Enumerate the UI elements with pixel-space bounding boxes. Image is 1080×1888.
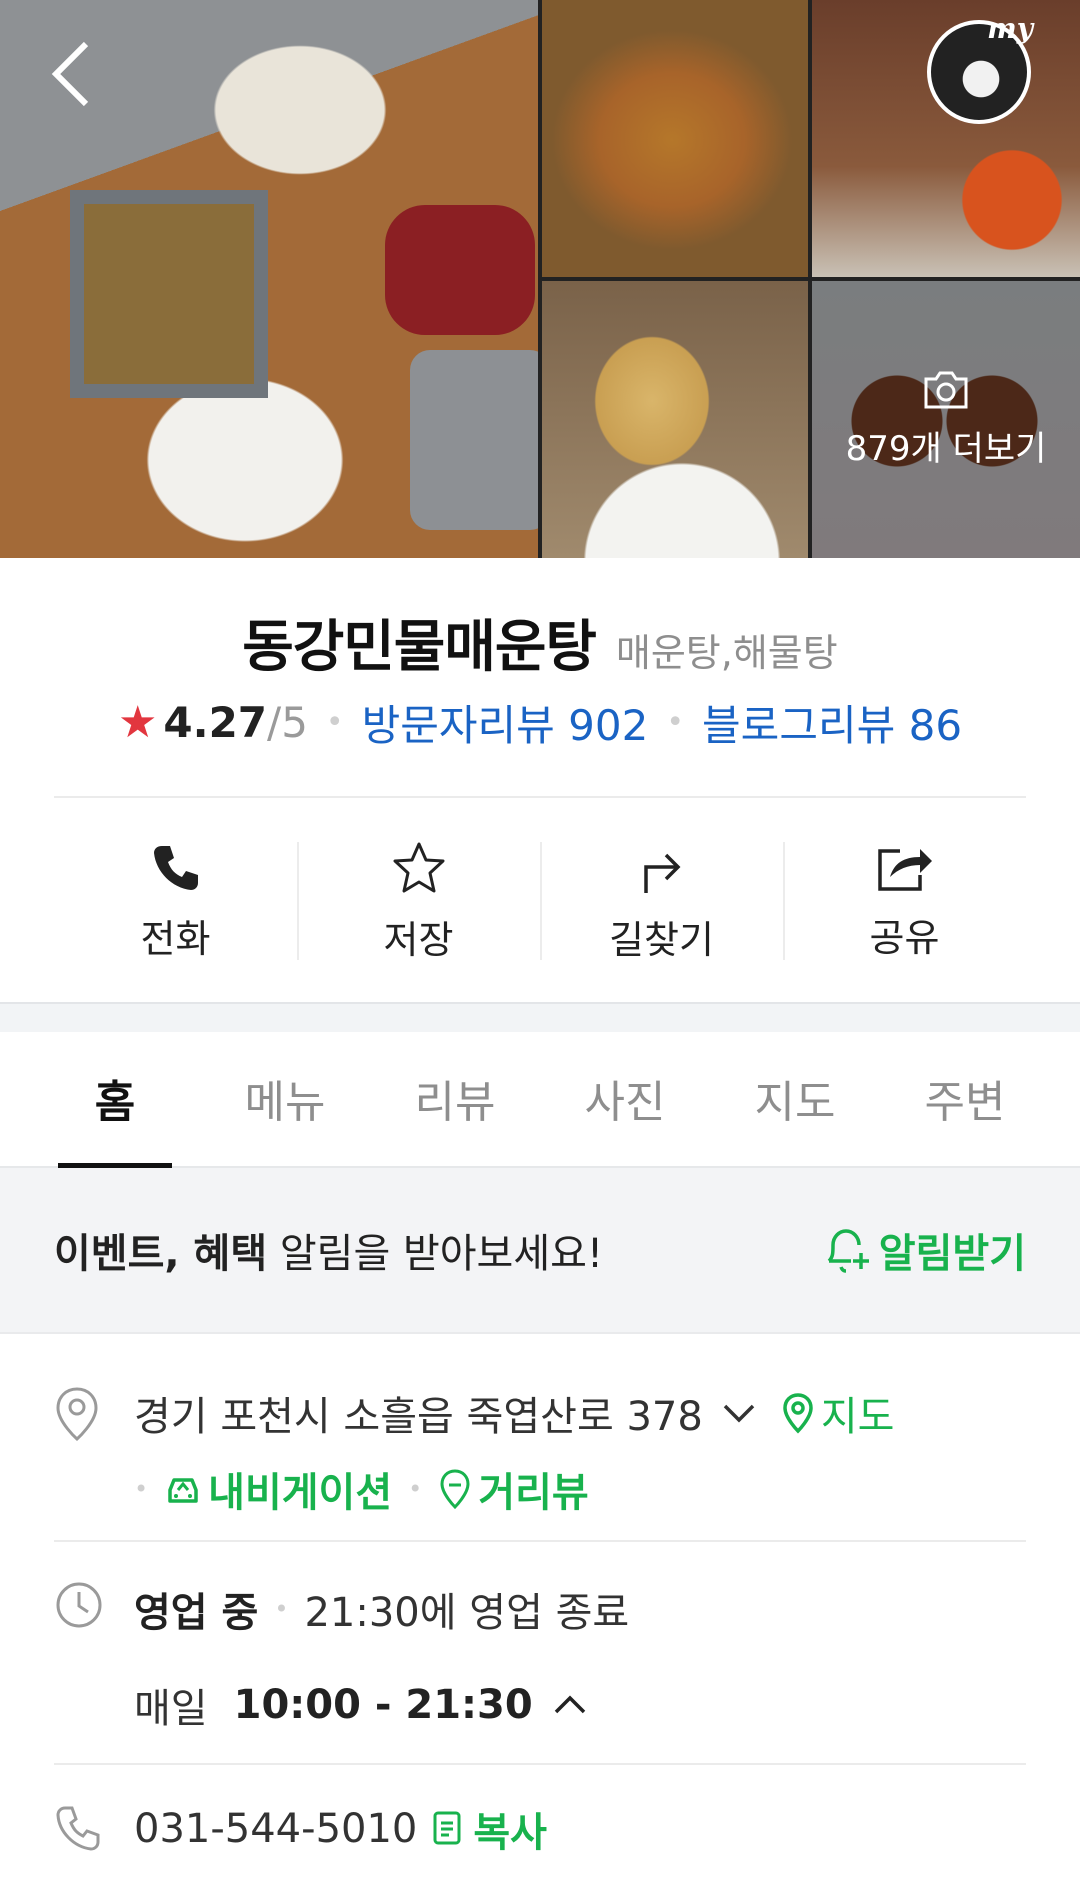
separator-dot: • <box>274 1595 289 1623</box>
phone-number[interactable]: 031-544-5010 <box>134 1806 417 1852</box>
place-name: 동강민물매운탕 <box>242 615 597 680</box>
directions-button[interactable]: 길찾기 <box>540 802 783 1002</box>
tab-nearby[interactable]: 주변 <box>880 1030 1050 1166</box>
hours-status-line: 영업 중 • 21:30에 영업 종료 <box>134 1580 1026 1638</box>
banner-text: 알림을 받아보세요! <box>267 1231 603 1277</box>
share-icon <box>877 848 932 891</box>
map-pin-icon <box>783 1393 813 1434</box>
car-icon <box>168 1478 198 1503</box>
chevron-left-icon <box>51 41 89 107</box>
streetview-pin-icon <box>440 1469 470 1510</box>
more-photos-button[interactable]: 879개 더보기 <box>812 281 1080 558</box>
hours-closing: 21:30에 영업 종료 <box>304 1590 630 1636</box>
call-label: 전화 <box>140 916 211 961</box>
location-pin-icon <box>56 1387 98 1442</box>
chevron-up-icon[interactable] <box>551 1692 589 1718</box>
address-links: • 내비게이션 • 거리뷰 <box>134 1460 1026 1518</box>
hours-time: 10:00 - 21:30 <box>233 1682 533 1728</box>
streetview-link-label: 거리뷰 <box>478 1470 589 1516</box>
photo-detail-cup <box>410 350 538 530</box>
tab-bar: 홈 메뉴 리뷰 사진 지도 주변 <box>0 1030 1080 1168</box>
tab-photos[interactable]: 사진 <box>540 1030 710 1166</box>
map-link-label: 지도 <box>820 1394 895 1440</box>
hours-status: 영업 중 <box>134 1590 259 1636</box>
bell-plus-icon <box>827 1229 869 1273</box>
phone-line: 031-544-5010 복사 <box>134 1800 1026 1858</box>
copy-button[interactable]: 복사 <box>431 1800 547 1858</box>
avatar-badge: my <box>987 12 1033 45</box>
map-link[interactable]: 지도 <box>781 1384 895 1442</box>
rating-score: 4.27 <box>163 698 268 747</box>
address-line: 경기 포천시 소흘읍 죽엽산로 378 지도 <box>134 1384 1026 1442</box>
separator-dot: • <box>134 1475 149 1503</box>
directions-label: 길찾기 <box>609 917 714 962</box>
hours-body[interactable]: 영업 중 • 21:30에 영업 종료 매일 10:00 - 21:30 <box>134 1580 1026 1734</box>
tab-home[interactable]: 홈 <box>30 1030 200 1168</box>
directions-arrow-icon <box>643 853 680 893</box>
hours-day: 매일 <box>134 1686 208 1732</box>
separator-dot: • <box>666 705 685 740</box>
save-label: 저장 <box>383 917 454 962</box>
copy-icon <box>433 1811 461 1845</box>
clock-icon <box>56 1582 102 1628</box>
photo-detail-grill <box>70 190 268 398</box>
tab-reviews[interactable]: 리뷰 <box>370 1030 540 1166</box>
separator-dot: • <box>408 1475 423 1503</box>
action-bar: 전화 저장 길찾기 공유 <box>54 802 1026 1002</box>
place-header: 동강민물매운탕 매운탕,해물탕 <box>0 602 1080 683</box>
streetview-link[interactable]: 거리뷰 <box>438 1460 589 1518</box>
visitor-reviews-link[interactable]: 방문자리뷰 902 <box>362 692 649 753</box>
phone-icon <box>153 845 198 890</box>
subscribe-alert-label: 알림받기 <box>878 1231 1026 1277</box>
photo-gallery: 879개 더보기 my <box>0 0 1080 558</box>
divider <box>54 796 1026 798</box>
hours-schedule: 매일 10:00 - 21:30 <box>134 1676 1026 1734</box>
divider <box>54 1540 1026 1542</box>
photo-detail-bottle <box>385 205 535 335</box>
subscribe-alert-button[interactable]: 알림받기 <box>821 1221 1026 1279</box>
save-button[interactable]: 저장 <box>297 802 540 1002</box>
more-photos-label: 879개 더보기 <box>845 429 1047 469</box>
banner-bold-text: 이벤트, 혜택 <box>54 1231 268 1277</box>
navigation-link[interactable]: 내비게이션 <box>164 1460 392 1518</box>
navigation-link-label: 내비게이션 <box>208 1470 393 1516</box>
chevron-down-icon[interactable] <box>719 1400 759 1426</box>
rating-row: ★ 4.27 /5 • 방문자리뷰 902 • 블로그리뷰 86 <box>0 692 1080 753</box>
star-outline-icon <box>393 842 444 892</box>
place-category: 매운탕,해물탕 <box>615 631 838 675</box>
divider <box>54 1763 1026 1765</box>
copy-label: 복사 <box>473 1810 547 1856</box>
blog-reviews-link[interactable]: 블로그리뷰 86 <box>702 692 962 753</box>
back-button[interactable] <box>44 36 104 112</box>
camera-icon <box>924 371 968 409</box>
rating-max: /5 <box>267 698 308 747</box>
phone-section: 031-544-5010 복사 <box>54 1800 1026 1860</box>
banner-message: 이벤트, 혜택 알림을 받아보세요! <box>54 1221 603 1279</box>
photo-stew[interactable] <box>542 0 808 277</box>
separator-dot: • <box>325 705 344 740</box>
star-icon: ★ <box>117 697 158 748</box>
tab-menu[interactable]: 메뉴 <box>200 1030 370 1166</box>
tab-map[interactable]: 지도 <box>710 1030 880 1166</box>
phone-outline-icon <box>56 1806 100 1851</box>
notification-banner: 이벤트, 혜택 알림을 받아보세요! 알림받기 <box>0 1168 1080 1334</box>
avatar[interactable]: my <box>927 12 1033 124</box>
address-section: 경기 포천시 소흘읍 죽엽산로 378 지도 • 내비게이션 • 거리뷰 <box>54 1384 1026 1534</box>
photo-pancake[interactable] <box>542 281 808 558</box>
hours-section: 영업 중 • 21:30에 영업 종료 매일 10:00 - 21:30 <box>54 1580 1026 1732</box>
share-button[interactable]: 공유 <box>783 802 1026 1002</box>
share-label: 공유 <box>869 915 940 960</box>
phone-body: 031-544-5010 복사 <box>134 1800 1026 1858</box>
address-body: 경기 포천시 소흘읍 죽엽산로 378 지도 • 내비게이션 • 거리뷰 <box>134 1384 1026 1518</box>
address-text[interactable]: 경기 포천시 소흘읍 죽엽산로 378 <box>134 1384 703 1442</box>
section-gap <box>0 1002 1080 1032</box>
call-button[interactable]: 전화 <box>54 802 297 1002</box>
